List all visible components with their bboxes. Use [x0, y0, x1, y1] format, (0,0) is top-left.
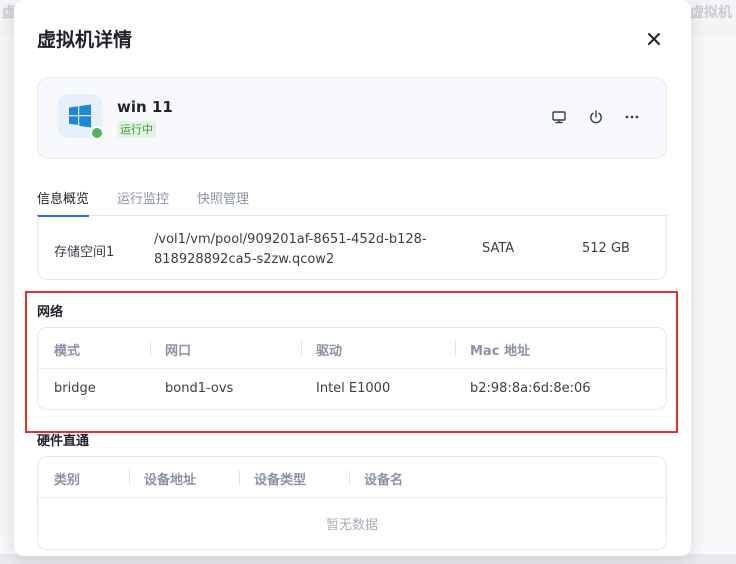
network-driver: Intel E1000: [316, 381, 391, 396]
tab-monitoring[interactable]: 运行监控: [117, 188, 169, 216]
empty-state: 暂无数据: [325, 517, 378, 533]
network-section-title: 网络: [37, 305, 64, 320]
running-status-dot: [90, 126, 104, 140]
column-divider: [349, 470, 350, 485]
storage-path-line2: 818928892ca5-s2zw.qcow2: [154, 252, 335, 267]
column-divider: [455, 341, 456, 356]
hardware-table-header: 类别 设备地址 设备类型 设备名: [38, 457, 666, 498]
hardware-section-title: 硬件直通: [37, 434, 90, 449]
more-button[interactable]: [621, 106, 643, 128]
storage-name: 存储空间1: [54, 245, 115, 260]
storage-size: 512 GB: [582, 241, 630, 256]
tab-overview[interactable]: 信息概览: [37, 188, 90, 217]
vm-summary-card: win 11 运行中: [37, 77, 667, 159]
vm-name: win 11: [117, 98, 173, 116]
close-button[interactable]: [642, 27, 666, 51]
column-device-type: 设备类型: [254, 473, 307, 488]
column-mac: Mac 地址: [470, 344, 530, 359]
network-mode: bridge: [54, 381, 96, 396]
storage-path-line1: /vol1/vm/pool/909201af-8651-452d-b128-: [154, 232, 427, 247]
storage-bus: SATA: [482, 241, 515, 256]
tab-snapshots[interactable]: 快照管理: [197, 188, 249, 216]
column-category: 类别: [54, 473, 81, 488]
windows-icon: [69, 104, 91, 128]
storage-row: 存储空间1 /vol1/vm/pool/909201af-8651-452d-b…: [37, 216, 667, 280]
network-table-header: 模式 网口 驱动 Mac 地址: [38, 328, 666, 369]
monitor-icon: [552, 111, 566, 124]
hardware-table: 类别 设备地址 设备类型 设备名 暂无数据: [37, 456, 667, 550]
column-divider: [129, 470, 130, 485]
modal-title: 虚拟机详情: [37, 29, 133, 51]
column-divider: [150, 341, 151, 356]
column-device-address: 设备地址: [144, 473, 197, 488]
close-icon: [648, 33, 660, 45]
console-button[interactable]: [548, 106, 570, 128]
network-table: 模式 网口 驱动 Mac 地址 bridge bond1-ovs Intel E…: [37, 327, 667, 410]
column-divider: [301, 341, 302, 356]
column-driver: 驱动: [316, 344, 343, 359]
network-port: bond1-ovs: [165, 381, 234, 396]
power-button[interactable]: [585, 106, 607, 128]
vm-details-modal: 虚拟机详情 win 11 运行中 信息概览 运行监控 快照管理 存储空间1 /v…: [14, 0, 691, 556]
detail-tabs: 信息概览 运行监控 快照管理: [37, 186, 667, 217]
more-icon: [625, 115, 639, 119]
background-title-right: 虚拟机: [690, 5, 732, 21]
column-device-name: 设备名: [364, 473, 404, 488]
network-mac: b2:98:8a:6d:8e:06: [470, 381, 591, 396]
status-badge: 运行中: [117, 121, 156, 138]
column-mode: 模式: [54, 344, 81, 359]
column-divider: [239, 470, 240, 485]
column-port: 网口: [165, 344, 192, 359]
table-row: bridge bond1-ovs Intel E1000 b2:98:8a:6d…: [38, 369, 666, 409]
power-icon: [590, 110, 602, 124]
